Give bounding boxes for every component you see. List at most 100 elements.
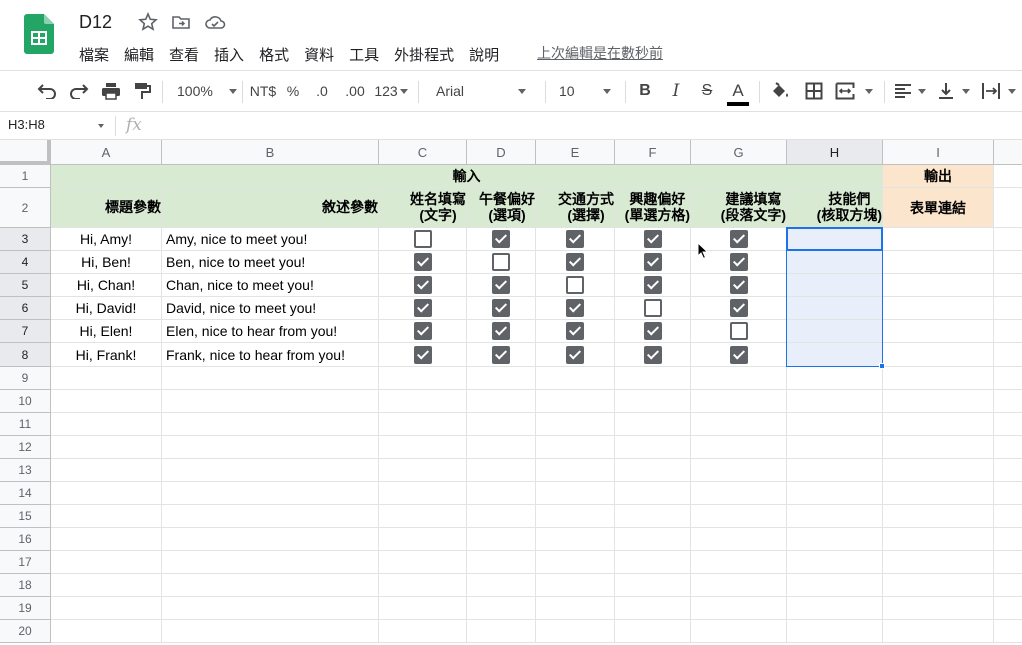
more-formats-button[interactable]: 123 — [372, 71, 410, 111]
cell-a4[interactable]: Hi, Ben! — [51, 251, 162, 274]
cell-e5[interactable] — [536, 274, 615, 297]
cell[interactable] — [787, 482, 883, 505]
cell[interactable] — [467, 505, 536, 528]
fill-color-icon[interactable] — [768, 71, 792, 111]
cell[interactable] — [162, 413, 379, 436]
cell[interactable] — [536, 620, 615, 643]
cell[interactable] — [615, 574, 691, 597]
cell[interactable] — [536, 436, 615, 459]
row-header-17[interactable]: 17 — [0, 551, 51, 574]
checkbox-checked[interactable] — [729, 299, 748, 317]
cell[interactable] — [536, 597, 615, 620]
chevron-down-icon[interactable] — [98, 124, 104, 128]
row-header-16[interactable]: 16 — [0, 528, 51, 551]
cell[interactable] — [994, 597, 1022, 620]
cell-a7[interactable]: Hi, Elen! — [51, 320, 162, 343]
print-icon[interactable] — [100, 71, 122, 111]
cell-e6[interactable] — [536, 297, 615, 320]
cell-f6[interactable] — [615, 297, 691, 320]
cell[interactable] — [162, 528, 379, 551]
column-header-i[interactable]: I — [883, 140, 994, 165]
cell-d6[interactable] — [467, 297, 536, 320]
cell[interactable] — [536, 528, 615, 551]
menu-addons[interactable]: 外掛程式 — [394, 44, 454, 64]
cell-c6[interactable] — [379, 297, 467, 320]
checkbox-checked[interactable] — [643, 230, 662, 248]
row-header-2[interactable]: 2 — [0, 188, 51, 228]
strikethrough-button[interactable]: S — [696, 71, 718, 111]
cell[interactable] — [787, 551, 883, 574]
cell[interactable] — [162, 367, 379, 390]
redo-icon[interactable] — [68, 71, 90, 111]
checkbox-checked[interactable] — [643, 322, 662, 340]
cell[interactable] — [615, 436, 691, 459]
cell[interactable] — [994, 320, 1022, 343]
cell[interactable] — [615, 551, 691, 574]
cell[interactable] — [379, 505, 467, 528]
cell[interactable] — [787, 597, 883, 620]
zoom-select[interactable]: 100% — [172, 71, 238, 111]
cell-e7[interactable] — [536, 320, 615, 343]
increase-decimal-button[interactable]: .00 — [340, 71, 370, 111]
cell-b6[interactable]: David, nice to meet you! — [162, 297, 379, 320]
checkbox-checked[interactable] — [413, 299, 432, 317]
cell-h7[interactable] — [787, 320, 883, 343]
cell[interactable] — [691, 413, 787, 436]
cell[interactable] — [994, 343, 1022, 367]
cell[interactable] — [615, 413, 691, 436]
cell[interactable] — [51, 551, 162, 574]
cell-e3[interactable] — [536, 228, 615, 251]
cell[interactable] — [162, 597, 379, 620]
cell[interactable] — [379, 551, 467, 574]
cell-i3[interactable] — [883, 228, 994, 251]
cell[interactable] — [691, 367, 787, 390]
bold-button[interactable]: B — [634, 71, 656, 111]
cell[interactable] — [467, 574, 536, 597]
cell[interactable] — [994, 551, 1022, 574]
cell[interactable] — [883, 597, 994, 620]
cell[interactable] — [883, 505, 994, 528]
font-size-select[interactable]: 10 — [552, 71, 618, 111]
row-header-13[interactable]: 13 — [0, 459, 51, 482]
cell-a3[interactable]: Hi, Amy! — [51, 228, 162, 251]
column-header-a[interactable]: A — [51, 140, 162, 165]
cell[interactable] — [379, 597, 467, 620]
cell[interactable] — [536, 367, 615, 390]
checkbox-checked[interactable] — [413, 322, 432, 340]
cell[interactable] — [691, 436, 787, 459]
checkbox-unchecked[interactable] — [492, 253, 510, 271]
cell[interactable] — [787, 574, 883, 597]
decrease-decimal-button[interactable]: .0 — [310, 71, 334, 111]
borders-icon[interactable] — [803, 71, 825, 111]
document-title[interactable]: D12 — [79, 12, 112, 33]
cell-d7[interactable] — [467, 320, 536, 343]
cell[interactable] — [162, 482, 379, 505]
checkbox-checked[interactable] — [566, 322, 584, 340]
cell[interactable] — [162, 505, 379, 528]
cell[interactable] — [379, 620, 467, 643]
cell[interactable] — [615, 597, 691, 620]
checkbox-checked[interactable] — [413, 276, 432, 294]
cell[interactable] — [994, 413, 1022, 436]
cell[interactable] — [787, 413, 883, 436]
row-header-5[interactable]: 5 — [0, 274, 51, 297]
cell-c3[interactable] — [379, 228, 467, 251]
menu-tools[interactable]: 工具 — [349, 44, 379, 64]
cell-b5[interactable]: Chan, nice to meet you! — [162, 274, 379, 297]
cell[interactable] — [994, 165, 1022, 188]
checkbox-unchecked[interactable] — [566, 276, 584, 294]
column-header-e[interactable]: E — [536, 140, 615, 165]
header-cell-f[interactable]: 興趣偏好 (單選方格) — [615, 188, 691, 228]
input-section-label[interactable]: 輸入 — [51, 165, 883, 188]
cell[interactable] — [536, 459, 615, 482]
font-family-select[interactable]: Arial — [430, 71, 536, 111]
cell-g8[interactable] — [691, 343, 787, 367]
cell-d4[interactable] — [467, 251, 536, 274]
cell[interactable] — [51, 413, 162, 436]
cell[interactable] — [615, 528, 691, 551]
move-folder-icon[interactable] — [171, 12, 191, 32]
cell[interactable] — [162, 574, 379, 597]
vertical-align-button[interactable] — [938, 71, 974, 111]
row-header-9[interactable]: 9 — [0, 367, 51, 390]
cell-f5[interactable] — [615, 274, 691, 297]
